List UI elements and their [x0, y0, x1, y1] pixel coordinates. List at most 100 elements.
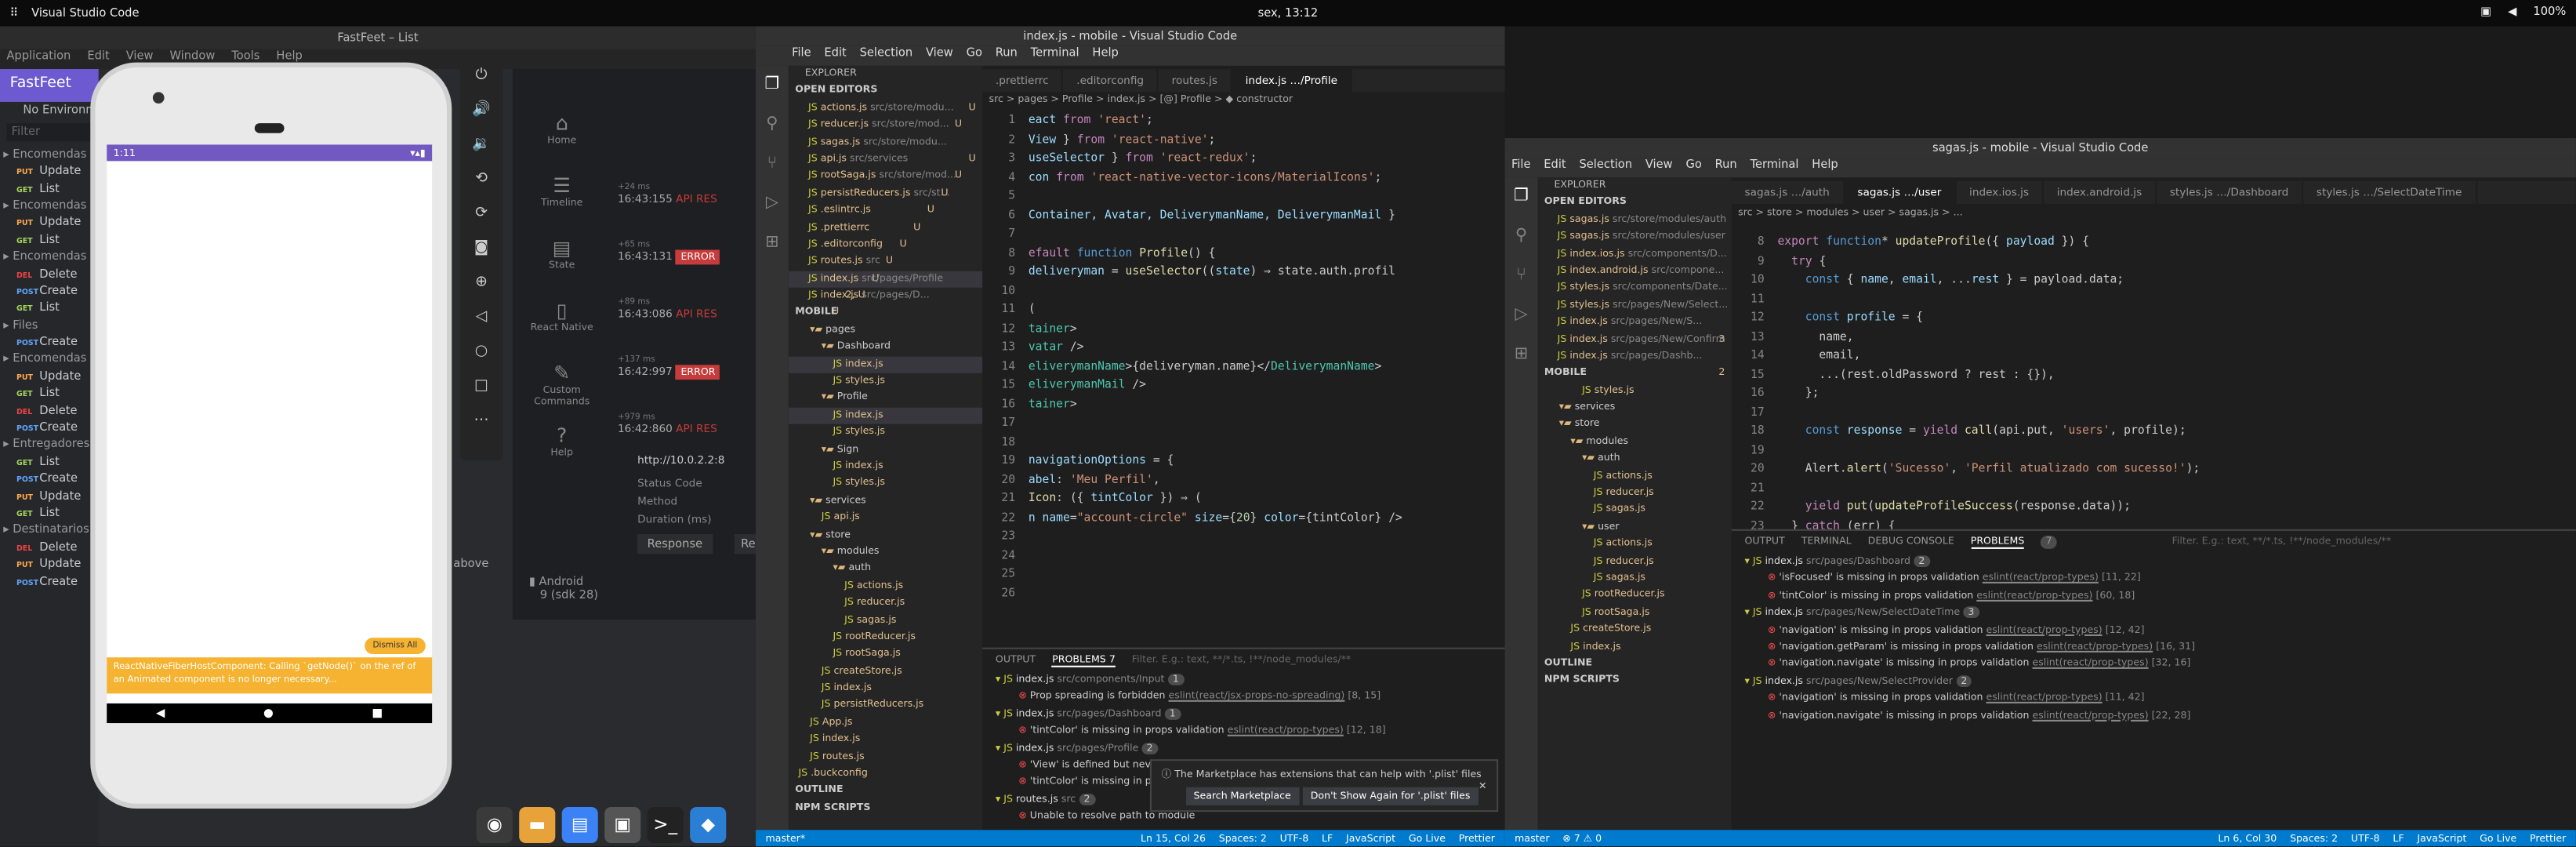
timeline-entry[interactable]: +24 ms 16:43:155 API RES — [618, 183, 756, 205]
nav-home[interactable]: ⌂ Home — [522, 99, 601, 162]
mobile-folder-header[interactable]: MOBILE — [789, 305, 982, 322]
file-item[interactable]: JS reducer.js — [789, 595, 982, 613]
code-editor[interactable]: 8 export function* updateProfile({ payloa… — [1735, 234, 2576, 529]
problem-item[interactable]: ⊗ 'navigation' is missing in props valid… — [1732, 690, 2576, 707]
prettier-status[interactable]: Prettier — [1459, 832, 1495, 844]
file-item[interactable]: JS styles.js — [789, 475, 982, 493]
dock-app-icon[interactable]: ▣ — [604, 805, 641, 842]
dismiss-all-button[interactable]: Dismiss All — [364, 638, 426, 655]
menu-item[interactable]: File — [1511, 158, 1531, 177]
file-item[interactable]: JS actions.js — [789, 578, 982, 595]
language-mode[interactable]: JavaScript — [1346, 832, 1395, 844]
output-tab[interactable]: OUTPUT — [996, 654, 1036, 667]
problem-item[interactable]: ⊗ 'tintColor' is missing in props valida… — [1732, 588, 2576, 605]
file-item[interactable]: JS index.js — [788, 407, 983, 425]
problem-file[interactable]: ▾ JS index.js src/pages/New/SelectProvid… — [1732, 674, 2576, 691]
source-control-icon[interactable]: ⑂ — [756, 144, 789, 184]
breadcrumb[interactable]: src > pages > Profile > index.js > [@] P… — [989, 93, 1293, 105]
problem-file[interactable]: ▾ JS index.js src/pages/Dashboard 2 — [1732, 554, 2576, 571]
open-editor-item[interactable]: JS .prettierrc U — [789, 220, 982, 249]
active-app-name[interactable]: Visual Studio Code — [31, 6, 139, 20]
open-editor-item[interactable]: JS index.js src/pages/New/Confirm — [1537, 331, 1731, 348]
home-icon[interactable]: ○ — [460, 336, 503, 370]
back-icon[interactable]: ◁ — [460, 300, 503, 335]
menu-item[interactable]: View — [926, 46, 953, 66]
yellow-box-warning[interactable]: ReactNativeFiberHostComponent: Calling `… — [107, 657, 433, 694]
code-editor[interactable]: 1 eact from 'react'; 2 View } from 'react-n… — [985, 112, 1504, 655]
dock-app-icon[interactable]: ▬ — [519, 805, 556, 842]
folder-item[interactable]: ▾▰ modules — [1537, 434, 1731, 451]
panel-tab[interactable]: DEBUG CONSOLE — [1868, 536, 1954, 549]
more-icon[interactable]: ⋯ — [460, 405, 503, 439]
clock[interactable]: sex, 13:12 — [0, 6, 2576, 20]
open-editor-item[interactable]: JS reducer.js src/store/mod... U — [789, 117, 982, 134]
problems-filter[interactable]: Filter. E.g.: text, **/*.ts, !**/node_mo… — [1132, 654, 1351, 667]
overview-icon[interactable]: □ — [460, 370, 503, 405]
panel-tab[interactable]: PROBLEMS — [1970, 536, 2025, 549]
open-editor-item[interactable]: JS api.js src/services U — [789, 151, 982, 181]
file-item[interactable]: JS persistReducers.js — [789, 697, 982, 714]
go-live[interactable]: Go Live — [2480, 832, 2516, 844]
file-item[interactable]: JS index.js — [1537, 638, 1731, 656]
folder-item[interactable]: ▾▰ user — [1537, 519, 1731, 536]
file-item[interactable]: JS reducer.js — [1537, 485, 1731, 502]
problem-item[interactable]: ⊗ 'navigation.getParam' is missing in pr… — [1732, 639, 2576, 656]
debug-icon[interactable]: ▷ — [1505, 296, 1538, 335]
close-icon[interactable]: ✕ — [1478, 780, 1487, 792]
menu-item[interactable]: Edit — [824, 46, 846, 66]
menu-item[interactable]: View — [1645, 158, 1673, 177]
filter-input[interactable]: Filter — [6, 123, 93, 141]
open-editor-item[interactable]: JS index.ios.js src/components/D... — [1537, 245, 1731, 263]
open-editor-item[interactable]: JS index.js src/pages/Profile 2, U — [788, 271, 983, 301]
nav-state[interactable]: ▤ State — [522, 224, 601, 286]
menu-item[interactable]: File — [792, 46, 811, 66]
git-branch[interactable]: master — [1515, 832, 1549, 844]
file-item[interactable]: JS index.js — [789, 459, 982, 476]
folder-item[interactable]: ▾▰ store — [789, 527, 982, 544]
timeline-entry[interactable]: +65 ms 16:43:131 ERROR — [618, 240, 756, 265]
open-editors-header[interactable]: OPEN EDITORS — [1537, 194, 1731, 212]
eol[interactable]: LF — [1322, 832, 1333, 844]
git-branch[interactable]: master* — [766, 832, 806, 844]
folder-item[interactable]: ▾▰ Sign — [789, 442, 982, 459]
editor-tab[interactable]: styles.js …/SelectDateTime — [2303, 180, 2477, 204]
menu-item[interactable]: Help — [1092, 46, 1118, 66]
open-editor-item[interactable]: JS sagas.js src/store/modu... U — [789, 134, 982, 164]
folder-item[interactable]: ▾▰ Profile — [789, 391, 982, 408]
battery-level[interactable]: 100% — [2533, 5, 2566, 18]
file-item[interactable]: JS sagas.js — [789, 613, 982, 630]
extensions-icon[interactable]: ⊞ — [756, 224, 789, 263]
file-item[interactable]: JS reducer.js — [1537, 553, 1731, 570]
request-item[interactable]: GET List — [0, 300, 99, 317]
search-icon[interactable]: ⚲ — [1505, 217, 1538, 256]
problems-tab[interactable]: PROBLEMS 7 — [1052, 654, 1116, 667]
open-editor-item[interactable]: JS persistReducers.js src/st... U — [789, 185, 982, 215]
request-item[interactable]: POSTCreate — [0, 471, 99, 488]
file-item[interactable]: JS styles.js — [1537, 383, 1731, 400]
file-item[interactable]: JS App.js — [789, 714, 982, 732]
menu-item[interactable]: Go — [967, 46, 982, 66]
menu-item[interactable]: Edit — [1544, 158, 1566, 177]
request-item[interactable]: POSTCreate — [0, 419, 99, 436]
folder-item[interactable]: ▾▰ auth — [789, 561, 982, 578]
problem-item[interactable]: ⊗ 'navigation.navigate' is missing in pr… — [1732, 656, 2576, 674]
cursor-position[interactable]: Ln 15, Col 26 — [1141, 832, 1206, 844]
folder-item[interactable]: ▸ Encomendas — [0, 249, 99, 266]
request-item[interactable]: POSTCreate — [0, 334, 99, 351]
menu-item[interactable]: Selection — [1579, 158, 1632, 177]
request-item[interactable]: GET List — [0, 504, 99, 522]
folder-item[interactable]: ▾▰ auth — [1537, 451, 1731, 468]
encoding[interactable]: UTF-8 — [2351, 832, 2380, 844]
editor-tab[interactable]: index.ios.js — [1956, 180, 2044, 204]
editor-tab[interactable]: index.js …/Profile — [1232, 69, 1352, 93]
request-item[interactable]: GET List — [0, 180, 99, 198]
file-item[interactable]: JS sagas.js — [1537, 570, 1731, 587]
request-item[interactable]: GET List — [0, 231, 99, 249]
folder-item[interactable]: ▸ Destinatarios — [0, 522, 99, 539]
prettier-status[interactable]: Prettier — [2530, 832, 2566, 844]
problem-item[interactable]: ⊗ 'navigation' is missing in props valid… — [1732, 622, 2576, 639]
nav-custom-commands[interactable]: ✎ Custom Commands — [522, 348, 601, 411]
home-icon[interactable]: ● — [263, 707, 274, 720]
volume-icon[interactable]: ◀ — [2508, 5, 2516, 18]
open-editor-item[interactable]: JS sagas.js src/store/modules/auth — [1537, 212, 1731, 229]
